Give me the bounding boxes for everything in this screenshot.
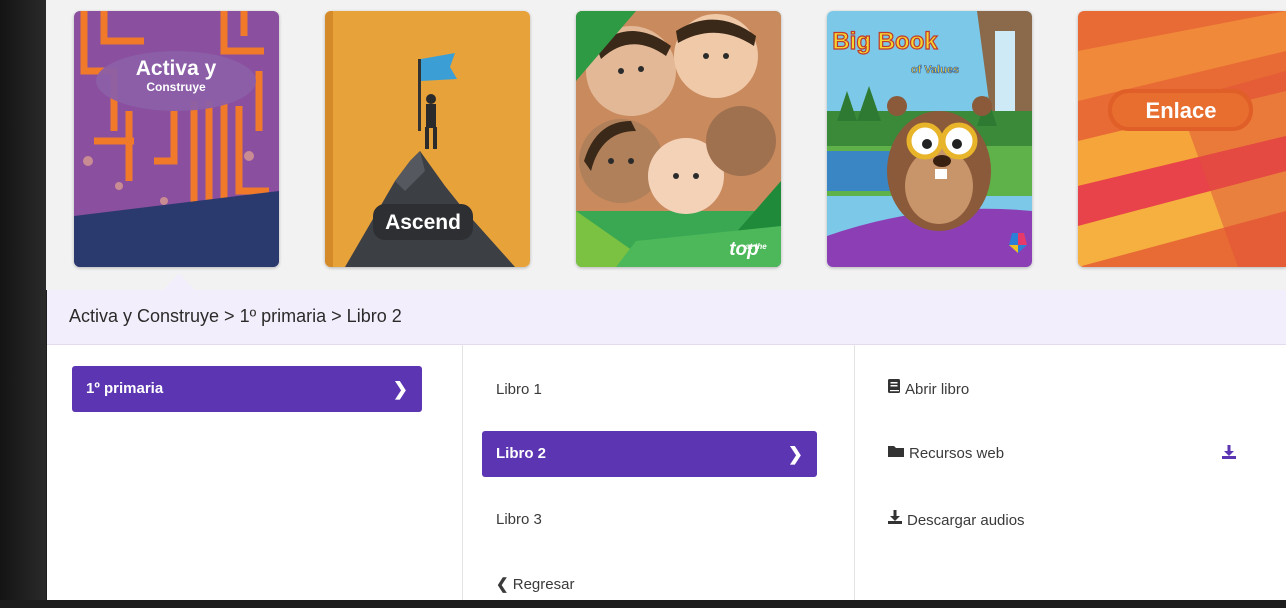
book-cover-big-book-of-values[interactable]: Big Book of Values bbox=[827, 11, 1032, 267]
book-item-label: Libro 2 bbox=[496, 445, 547, 462]
breadcrumb-bar: Activa y Construye > 1º primaria > Libro… bbox=[47, 290, 1286, 345]
left-shadow bbox=[0, 0, 46, 600]
book-title-line2: of Values bbox=[911, 64, 959, 76]
book-icon bbox=[887, 378, 901, 402]
download-audio-link[interactable]: Descargar audios bbox=[887, 509, 1025, 533]
book-title-line1: Big Book bbox=[832, 28, 938, 55]
download-resources-button[interactable] bbox=[1221, 444, 1237, 465]
chevron-right-icon: ❯ bbox=[787, 444, 803, 464]
book-title: Ascend bbox=[385, 211, 461, 234]
level-column: 1º primaria ❯ bbox=[47, 345, 463, 600]
book-cover-enlace[interactable]: Enlace bbox=[1078, 11, 1286, 267]
selected-book-pointer bbox=[163, 273, 195, 290]
book-cover-activa-y-construye[interactable]: Activa y Construye bbox=[74, 11, 279, 267]
book-title-large: top bbox=[729, 239, 759, 260]
book-title-line2: Construye bbox=[146, 80, 206, 94]
book-cover-ascend[interactable]: Ascend bbox=[325, 11, 530, 267]
breadcrumb: Activa y Construye > 1º primaria > Libro… bbox=[69, 306, 402, 326]
book-item-libro-3[interactable]: Libro 3 bbox=[482, 497, 817, 543]
chevron-left-icon: ❮ bbox=[496, 576, 509, 593]
web-resources-link[interactable]: Recursos web bbox=[887, 442, 1004, 466]
web-resources-label: Recursos web bbox=[909, 445, 1005, 462]
book-cover-at-the-top[interactable]: at the top bbox=[576, 11, 781, 267]
actions-column: Abrir libro Recursos web Descargar audio… bbox=[855, 345, 1286, 600]
download-icon bbox=[1221, 445, 1237, 464]
open-book-label: Abrir libro bbox=[905, 381, 970, 398]
book-item-libro-1[interactable]: Libro 1 bbox=[482, 367, 817, 413]
download-icon bbox=[887, 509, 903, 533]
book-item-libro-2[interactable]: Libro 2 ❯ bbox=[482, 431, 817, 477]
back-button[interactable]: ❮ Regresar bbox=[482, 562, 817, 608]
book-title-line1: Activa y bbox=[136, 57, 217, 80]
level-item-label: 1º primaria bbox=[86, 380, 164, 397]
book-detail-panel: Activa y Construye > 1º primaria > Libro… bbox=[47, 290, 1286, 600]
open-book-link[interactable]: Abrir libro bbox=[887, 378, 969, 402]
level-item-1-primaria[interactable]: 1º primaria ❯ bbox=[72, 366, 422, 412]
folder-icon bbox=[887, 442, 905, 466]
book-title: Enlace bbox=[1146, 98, 1217, 123]
chevron-right-icon: ❯ bbox=[392, 379, 408, 399]
book-item-label: Libro 1 bbox=[496, 381, 542, 398]
back-label: Regresar bbox=[512, 576, 575, 593]
book-list-column: Libro 1 Libro 2 ❯ Libro 3 ❮ Regresar bbox=[463, 345, 855, 600]
download-audio-label: Descargar audios bbox=[907, 512, 1025, 529]
book-item-label: Libro 3 bbox=[496, 511, 542, 528]
